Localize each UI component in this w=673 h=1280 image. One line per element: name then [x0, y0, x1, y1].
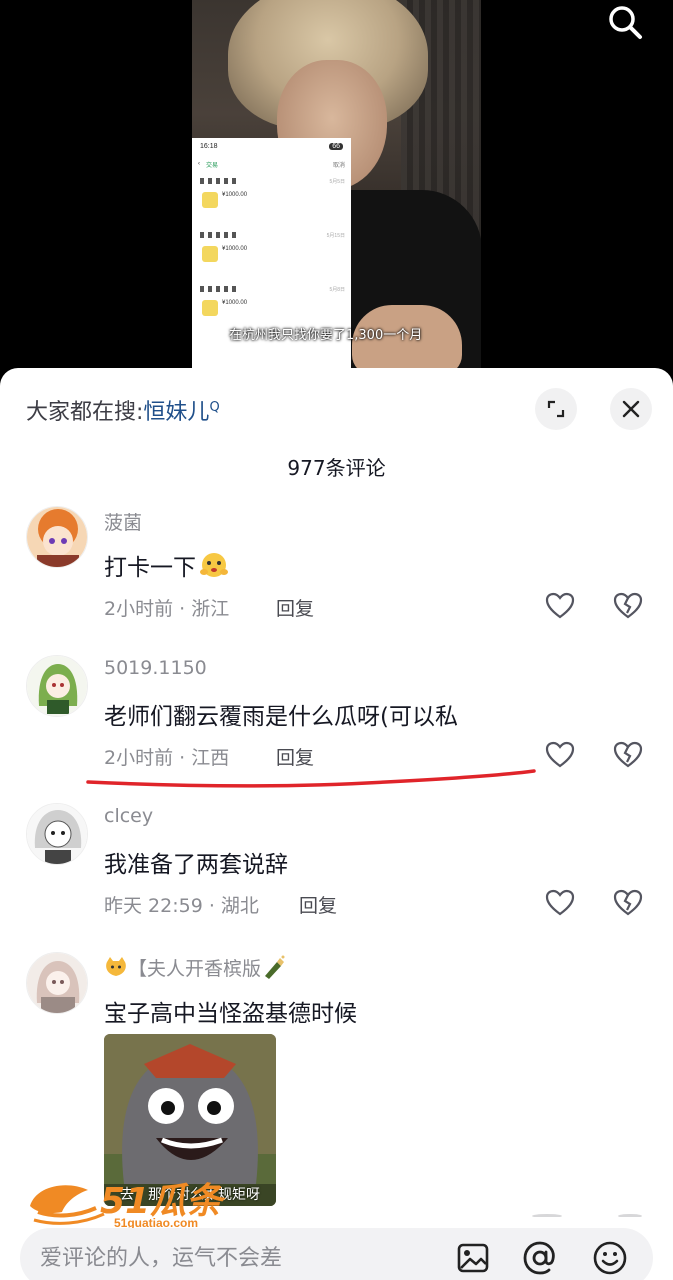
watermark-logo: 51瓜条 51guatiao.com [26, 1172, 236, 1234]
cat-icon [106, 957, 126, 976]
comment-count: 977条评论 [287, 456, 386, 480]
avatar[interactable] [26, 506, 88, 568]
video-subtitle: 在杭州我只找你要了1,300一个月 [229, 328, 423, 343]
broken-heart-icon[interactable] [612, 590, 644, 622]
phone-time: 16:18 [200, 142, 218, 150]
comment-item: clcey 我准备了两套说辞 昨天 22:59 · 湖北 回复 [0, 803, 673, 943]
comment-username[interactable]: 【夫人开香槟版 [104, 954, 287, 981]
phone-nav: ‹ 交易 取消 [192, 154, 351, 174]
avatar[interactable] [26, 952, 88, 1014]
hot-search-bar[interactable]: 大家都在搜:恒妹儿Q [26, 394, 220, 426]
transaction-date: 5月5日 [329, 179, 345, 185]
comment-username[interactable]: 5019.1150 [104, 657, 207, 679]
shy-emoji-icon [200, 553, 228, 577]
expand-button[interactable] [535, 388, 577, 430]
coin-icon [202, 300, 218, 316]
transaction-amount: ¥1000.00 [222, 300, 248, 306]
broken-heart-icon[interactable] [612, 887, 644, 919]
heart-icon[interactable] [544, 739, 576, 771]
comment-username-text: 【夫人开香槟版 [128, 958, 262, 980]
hot-search-term[interactable]: 恒妹儿 [143, 400, 209, 425]
expand-icon [547, 400, 565, 418]
next-actions-hint [532, 1214, 562, 1218]
comment-sheet: 大家都在搜:恒妹儿Q 977条评论 菠菌 打卡一下 2小时前 · 浙江 回复 5… [0, 368, 673, 1280]
avatar[interactable] [26, 655, 88, 717]
reply-button[interactable]: 回复 [276, 594, 314, 621]
transaction-row: ¥1000.00 5月15日 [192, 228, 351, 282]
comment-input[interactable] [40, 1238, 420, 1278]
comment-item: 菠菌 打卡一下 2小时前 · 浙江 回复 [0, 506, 673, 646]
blurred-name [200, 232, 240, 238]
comment-text: 宝子高中当怪盗基德时候 [104, 1001, 357, 1027]
reply-button[interactable]: 回复 [299, 891, 337, 918]
coin-icon [202, 192, 218, 208]
transaction-date: 5月15日 [326, 233, 345, 239]
annotation-underline [86, 769, 536, 788]
transaction-amount: ¥1000.00 [222, 192, 248, 198]
back-icon: ‹ [198, 161, 200, 167]
close-icon [622, 400, 640, 418]
comment-text: 我准备了两套说辞 [104, 852, 288, 878]
transaction-row: ¥1000.00 5月5日 [192, 174, 351, 228]
comment-meta: 昨天 22:59 · 湖北 [104, 895, 259, 917]
at-icon[interactable] [522, 1240, 558, 1276]
phone-battery: 66 [329, 142, 343, 150]
avatar[interactable] [26, 803, 88, 865]
search-small-icon: Q [209, 400, 220, 415]
close-button[interactable] [610, 388, 652, 430]
next-actions-hint [618, 1214, 642, 1218]
hot-search-prefix: 大家都在搜: [26, 400, 144, 425]
comment-text: 老师们翻云覆雨是什么瓜呀(可以私 [104, 704, 458, 730]
search-icon[interactable] [605, 2, 645, 42]
comment-text-content: 打卡一下 [104, 555, 196, 581]
video-player[interactable]: 16:18 66 ‹ 交易 取消 ¥1000.00 5月5日 ¥1000.00 … [0, 0, 673, 380]
blurred-name [200, 286, 240, 292]
comment-input-bar [20, 1228, 653, 1280]
phone-status-bar: 16:18 66 [192, 138, 351, 154]
image-icon[interactable] [455, 1240, 491, 1276]
comment-meta: 2小时前 · 浙江 [104, 598, 230, 620]
heart-icon[interactable] [544, 887, 576, 919]
emoji-icon[interactable] [592, 1240, 628, 1276]
transaction-date: 5月8日 [329, 287, 345, 293]
comment-text: 打卡一下 [104, 548, 230, 582]
phone-cancel: 取消 [332, 162, 345, 169]
phone-nav-title: 交易 [206, 162, 219, 169]
heart-icon[interactable] [544, 590, 576, 622]
coin-icon [202, 246, 218, 262]
comment-username[interactable]: 菠菌 [104, 508, 142, 535]
transaction-amount: ¥1000.00 [222, 246, 248, 252]
champagne-icon [265, 955, 285, 979]
comment-username[interactable]: clcey [104, 805, 153, 827]
broken-heart-icon[interactable] [612, 739, 644, 771]
blurred-name [200, 178, 240, 184]
